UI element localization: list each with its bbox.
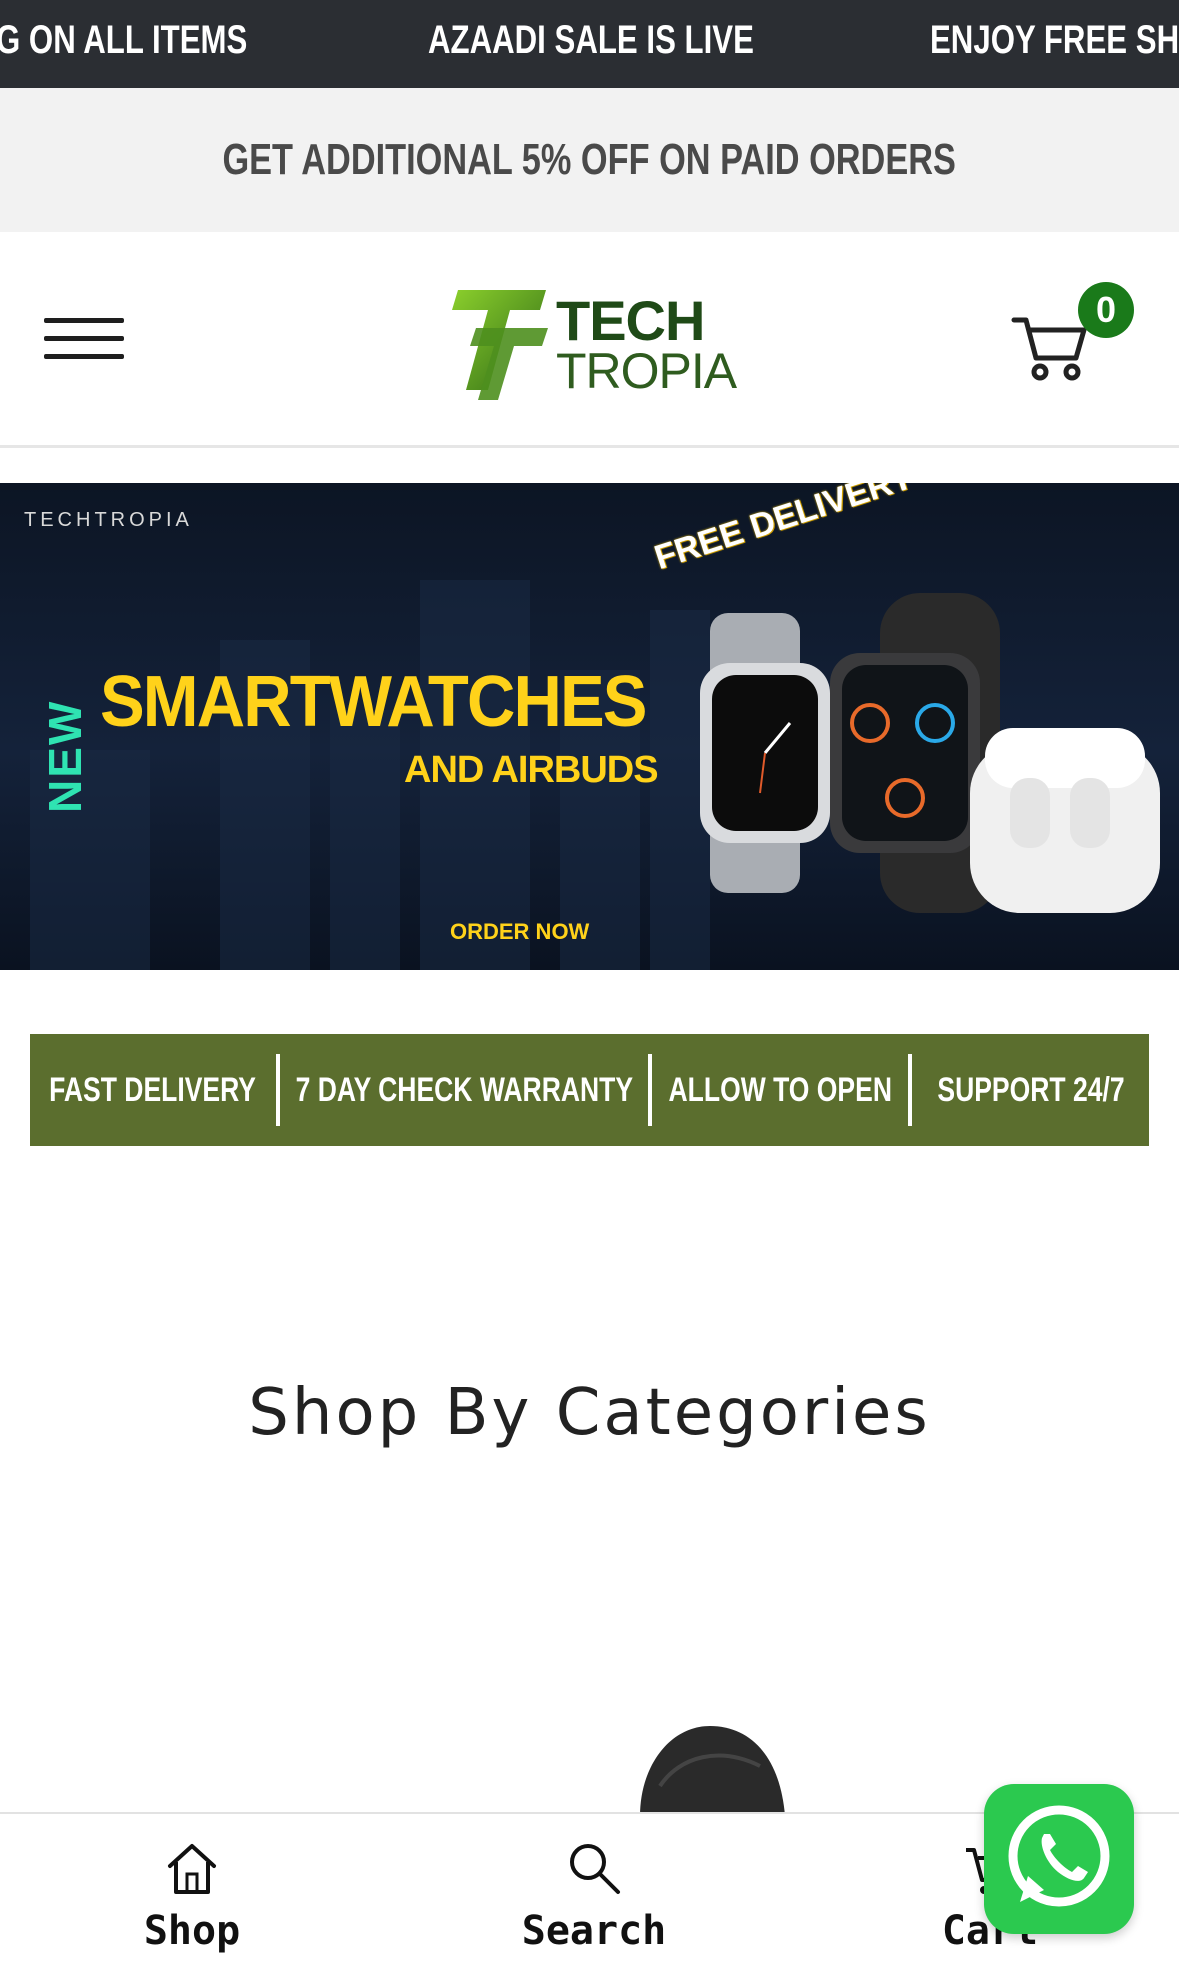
section-title: Shop By Categories bbox=[248, 1376, 931, 1450]
site-header: TECH TROPIA 0 bbox=[0, 232, 1179, 448]
whatsapp-icon bbox=[1008, 1805, 1110, 1907]
promo-text: GET ADDITIONAL 5% OFF ON PAID ORDERS bbox=[222, 135, 957, 184]
promo-strip: GET ADDITIONAL 5% OFF ON PAID ORDERS bbox=[0, 88, 1179, 232]
feature-label: FAST DELIVERY bbox=[49, 1070, 257, 1109]
feature-label: 7 DAY CHECK WARRANTY bbox=[295, 1070, 633, 1109]
marquee-item: G ON ALL ITEMS bbox=[0, 18, 248, 62]
free-delivery-badge: FREE DELIVERY bbox=[650, 483, 918, 578]
product-image bbox=[700, 593, 1160, 913]
order-now-cta[interactable]: ORDER NOW bbox=[450, 919, 589, 945]
header-cart-button[interactable]: 0 bbox=[1010, 282, 1140, 402]
search-icon bbox=[570, 1844, 620, 1894]
feature-item: ALLOW TO OPEN bbox=[652, 1034, 908, 1146]
announcement-marquee: G ON ALL ITEMS AZAADI SALE IS LIVE ENJOY… bbox=[0, 0, 1179, 88]
feature-label: SUPPORT 24/7 bbox=[936, 1070, 1125, 1109]
feature-item: 7 DAY CHECK WARRANTY bbox=[280, 1034, 648, 1146]
home-icon bbox=[168, 1844, 216, 1894]
hero-banner[interactable]: TECHTROPIA NEW SMARTWATCHES AND AIRBUDS … bbox=[0, 483, 1179, 970]
banner-new-label: NEW bbox=[39, 699, 91, 813]
menu-icon[interactable] bbox=[44, 316, 124, 362]
nav-label: Shop bbox=[143, 1908, 241, 1954]
features-strip: FAST DELIVERY 7 DAY CHECK WARRANTY ALLOW… bbox=[30, 1034, 1149, 1146]
feature-item: SUPPORT 24/7 bbox=[912, 1034, 1149, 1146]
marquee-item: AZAADI SALE IS LIVE bbox=[428, 18, 754, 62]
banner-subheadline: AND AIRBUDS bbox=[404, 749, 659, 791]
category-image[interactable] bbox=[640, 1726, 790, 1816]
marquee-item: ENJOY FREE SHIP bbox=[930, 18, 1179, 62]
feature-label: ALLOW TO OPEN bbox=[668, 1070, 892, 1109]
banner-brand: TECHTROPIA bbox=[24, 509, 193, 531]
site-logo[interactable]: TECH TROPIA bbox=[448, 280, 737, 400]
feature-item: FAST DELIVERY bbox=[30, 1034, 276, 1146]
page: G ON ALL ITEMS AZAADI SALE IS LIVE ENJOY… bbox=[0, 0, 1179, 1970]
nav-shop[interactable]: Shop bbox=[92, 1840, 292, 1960]
whatsapp-chat-button[interactable] bbox=[984, 1784, 1134, 1934]
cart-icon bbox=[1011, 317, 1087, 381]
logo-text-bottom: TROPIA bbox=[556, 343, 737, 399]
nav-search[interactable]: Search bbox=[494, 1840, 694, 1960]
logo-mark-icon bbox=[452, 290, 548, 400]
nav-label: Search bbox=[521, 1908, 667, 1954]
cart-count-badge: 0 bbox=[1078, 282, 1134, 338]
banner-headline: SMARTWATCHES bbox=[100, 662, 647, 742]
